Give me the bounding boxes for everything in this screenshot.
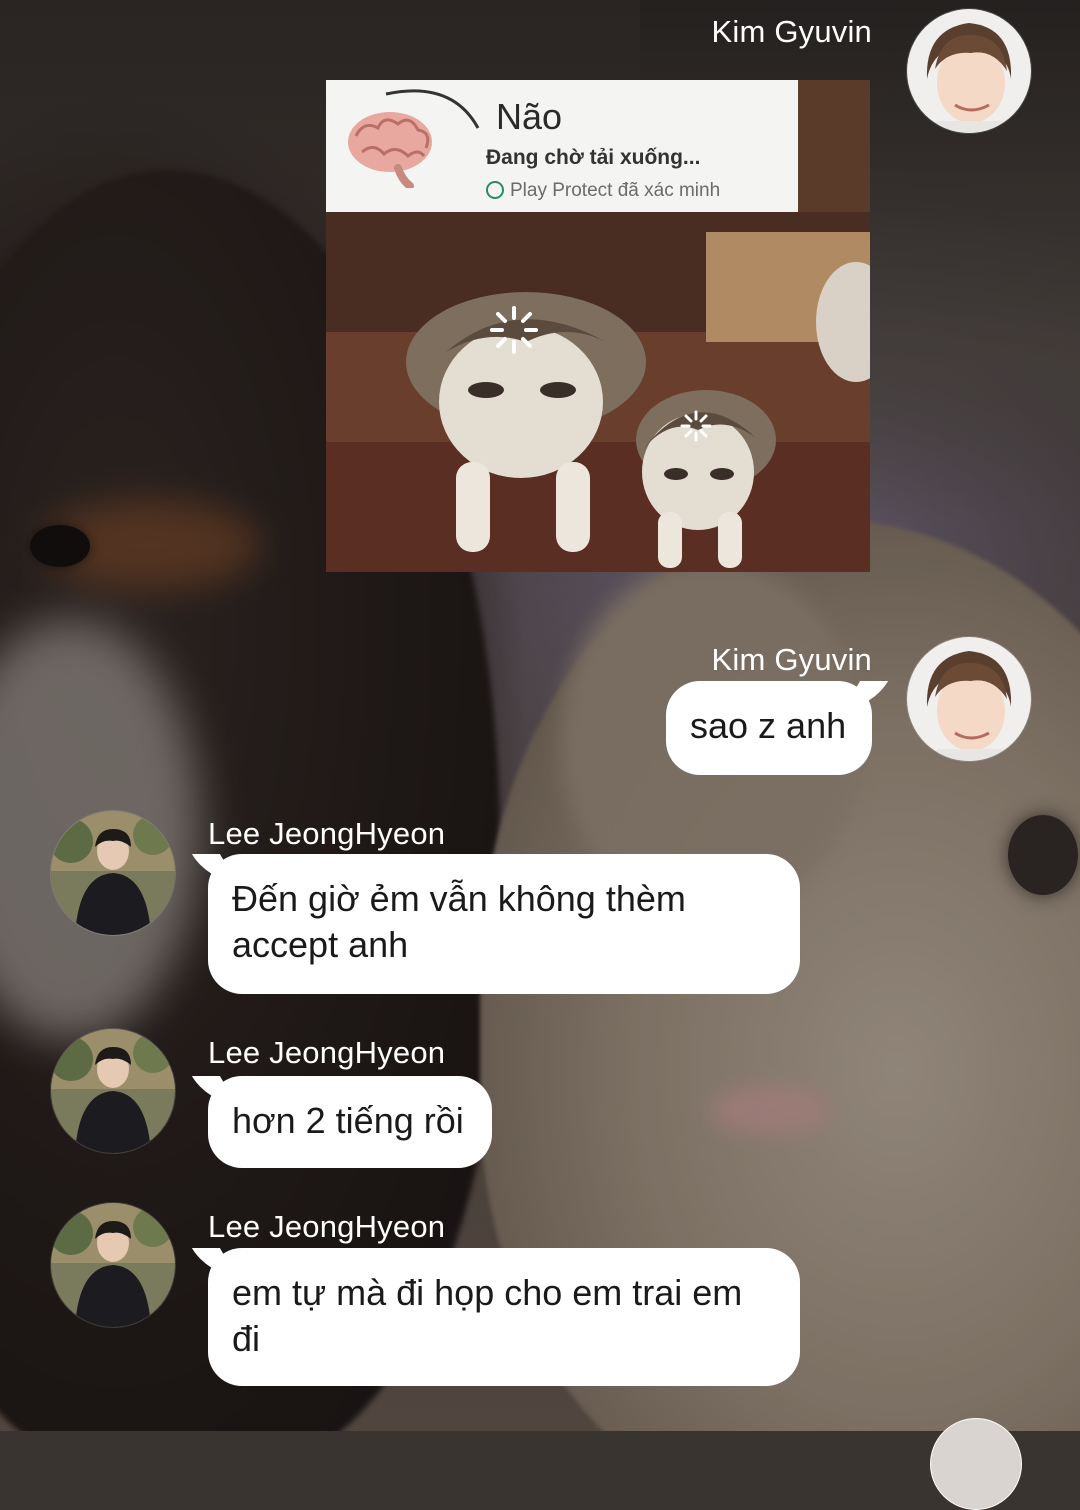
message-bubble[interactable]: sao z anh [666,681,889,775]
avatar-kim-gyuvin[interactable] [906,636,1032,762]
avatar-lee-jeonghyeon[interactable] [50,810,176,936]
message-bubble[interactable]: Đến giờ ẻm vẫn không thèm accept anh [191,854,800,994]
brain-icon [348,112,432,188]
message-list[interactable]: Kim Gyuvin Não Đang chờ tải xuống... Pla… [0,0,1080,1510]
download-status: Đang chờ tải xuống... [486,146,701,169]
sender-name: Lee JeongHyeon [208,816,446,851]
cats-photo [326,212,870,572]
avatar-kim-gyuvin[interactable] [906,8,1032,134]
sender-name: Lee JeongHyeon [208,1035,446,1070]
app-download-card: Não Đang chờ tải xuống... Play Protect đ… [326,80,798,212]
app-name: Não [496,96,563,137]
sender-name: Lee JeongHyeon [208,1209,446,1244]
message-text: em tự mà đi họp cho em trai em đi [232,1272,743,1359]
message-bubble[interactable]: hơn 2 tiếng rồi [191,1076,492,1168]
avatar-partial[interactable] [930,1418,1022,1510]
shared-image[interactable]: Não Đang chờ tải xuống... Play Protect đ… [326,80,870,572]
play-protect-note: Play Protect đã xác minh [486,180,720,202]
sender-name: Kim Gyuvin [711,14,872,49]
message-text: hơn 2 tiếng rồi [232,1100,464,1141]
shield-icon [486,181,504,199]
sender-name: Kim Gyuvin [711,642,872,677]
avatar-lee-jeonghyeon[interactable] [50,1028,176,1154]
message-bubble[interactable]: em tự mà đi họp cho em trai em đi [191,1248,800,1386]
message-text: sao z anh [690,705,847,746]
message-text: Đến giờ ẻm vẫn không thèm accept anh [232,878,686,965]
avatar-lee-jeonghyeon[interactable] [50,1202,176,1328]
